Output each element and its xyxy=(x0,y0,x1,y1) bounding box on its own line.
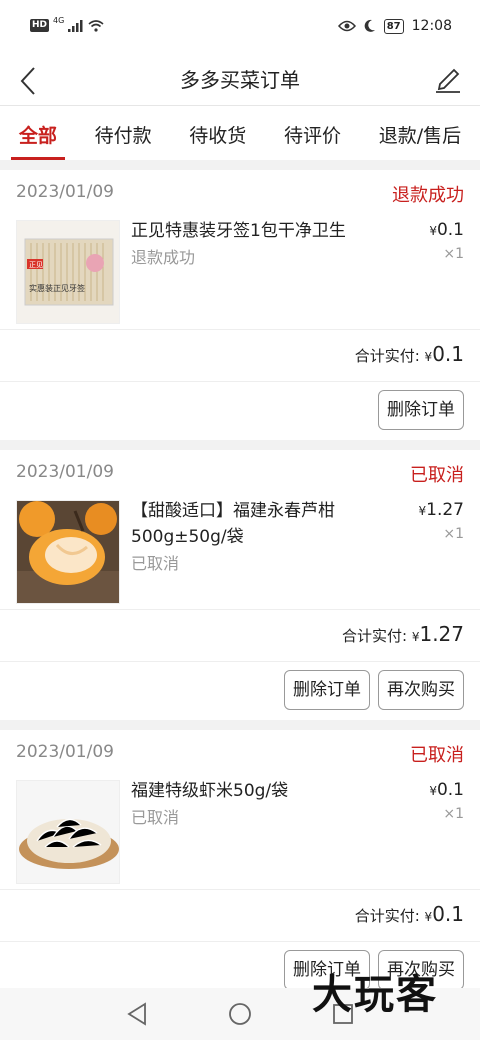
item-quantity: ×1 xyxy=(443,246,464,262)
signal-icon xyxy=(68,19,83,32)
item-price: ¥0.1 xyxy=(429,220,464,240)
order-total: 合计实付: ¥0.1 xyxy=(0,890,480,942)
item-price: ¥0.1 xyxy=(429,780,464,800)
order-header: 2023/01/09 已取消 xyxy=(0,730,480,776)
svg-text:实惠装正见牙签: 实惠装正见牙签 xyxy=(29,283,85,293)
svg-text:正见: 正见 xyxy=(29,261,43,269)
item-status: 已取消 xyxy=(131,554,180,573)
item-status: 已取消 xyxy=(131,808,180,827)
item-status: 退款成功 xyxy=(131,248,196,267)
item-quantity: ×1 xyxy=(443,806,464,822)
order-header: 2023/01/09 退款成功 xyxy=(0,170,480,216)
battery-indicator: 87 xyxy=(383,18,404,34)
total-amount: 1.27 xyxy=(419,622,464,646)
total-amount: 0.1 xyxy=(432,342,464,366)
tab-pending-receipt[interactable]: 待收货 xyxy=(170,106,265,160)
product-image-tangerine xyxy=(16,500,120,604)
delete-order-button[interactable]: 删除订单 xyxy=(378,390,464,430)
order-actions: 删除订单 xyxy=(0,382,480,440)
order-date: 2023/01/09 xyxy=(16,742,114,762)
nav-back-icon[interactable] xyxy=(126,1002,148,1026)
total-label: 合计实付: xyxy=(354,907,420,925)
order-date: 2023/01/09 xyxy=(16,462,114,482)
product-image-dried-shrimp xyxy=(16,780,120,884)
order-item[interactable]: 福建特级虾米50g/袋 已取消 ¥0.1 ×1 xyxy=(0,776,480,890)
order-list: 2023/01/09 退款成功 正见 实惠装正见牙签 正见特惠装牙签1包干净卫生… xyxy=(0,170,480,1010)
item-quantity: ×1 xyxy=(443,526,464,542)
order-status: 退款成功 xyxy=(392,185,464,206)
order-card: 2023/01/09 已取消 【甜酸适口】福建永春芦柑500g±50g/袋 已取… xyxy=(0,450,480,720)
tab-pending-review[interactable]: 待评价 xyxy=(265,106,360,160)
order-item[interactable]: 【甜酸适口】福建永春芦柑500g±50g/袋 已取消 ¥1.27 ×1 xyxy=(0,496,480,610)
buy-again-button[interactable]: 再次购买 xyxy=(378,670,464,710)
hd-badge: HD xyxy=(30,19,50,32)
order-tabs: 全部 待付款 待收货 待评价 退款/售后 xyxy=(0,106,480,160)
tab-all[interactable]: 全部 xyxy=(0,106,76,160)
order-status: 已取消 xyxy=(410,465,464,486)
order-actions: 删除订单 再次购买 xyxy=(0,662,480,720)
status-left: HD 4G xyxy=(30,16,104,32)
nav-home-icon[interactable] xyxy=(228,1002,252,1026)
order-date: 2023/01/09 xyxy=(16,182,114,202)
status-right: 87 12:08 xyxy=(337,18,452,34)
page-title: 多多买菜订单 xyxy=(180,68,300,92)
network-label: 4G xyxy=(53,16,65,25)
order-header: 2023/01/09 已取消 xyxy=(0,450,480,496)
watermark: 大玩客 xyxy=(312,972,438,1018)
order-total: 合计实付: ¥1.27 xyxy=(0,610,480,662)
order-card: 2023/01/09 已取消 福建特级虾米50g/袋 已取消 ¥0.1 ×1 合… xyxy=(0,730,480,1000)
moon-icon xyxy=(364,19,375,32)
total-amount: 0.1 xyxy=(432,902,464,926)
total-label: 合计实付: xyxy=(341,627,408,645)
item-name: 福建特级虾米50g/袋 xyxy=(131,781,289,801)
tab-refund[interactable]: 退款/售后 xyxy=(360,106,480,160)
order-item[interactable]: 正见 实惠装正见牙签 正见特惠装牙签1包干净卫生 退款成功 ¥0.1 ×1 xyxy=(0,216,480,330)
delete-order-button[interactable]: 删除订单 xyxy=(284,670,370,710)
pencil-icon xyxy=(436,68,460,93)
eye-icon xyxy=(337,20,356,32)
status-bar: HD 4G 87 12:08 xyxy=(0,0,480,56)
product-image-toothpicks: 正见 实惠装正见牙签 xyxy=(16,220,120,324)
tab-pending-payment[interactable]: 待付款 xyxy=(76,106,171,160)
order-card: 2023/01/09 退款成功 正见 实惠装正见牙签 正见特惠装牙签1包干净卫生… xyxy=(0,170,480,440)
item-name: 【甜酸适口】福建永春芦柑500g±50g/袋 xyxy=(131,501,335,547)
item-name: 正见特惠装牙签1包干净卫生 xyxy=(131,221,346,241)
order-total: 合计实付: ¥0.1 xyxy=(0,330,480,382)
edit-button[interactable] xyxy=(432,62,464,94)
item-price: ¥1.27 xyxy=(418,500,465,520)
order-status: 已取消 xyxy=(410,745,464,766)
app-header: 多多买菜订单 xyxy=(0,56,480,106)
wifi-icon xyxy=(88,19,104,32)
clock: 12:08 xyxy=(411,18,452,34)
total-label: 合计实付: xyxy=(354,347,420,365)
